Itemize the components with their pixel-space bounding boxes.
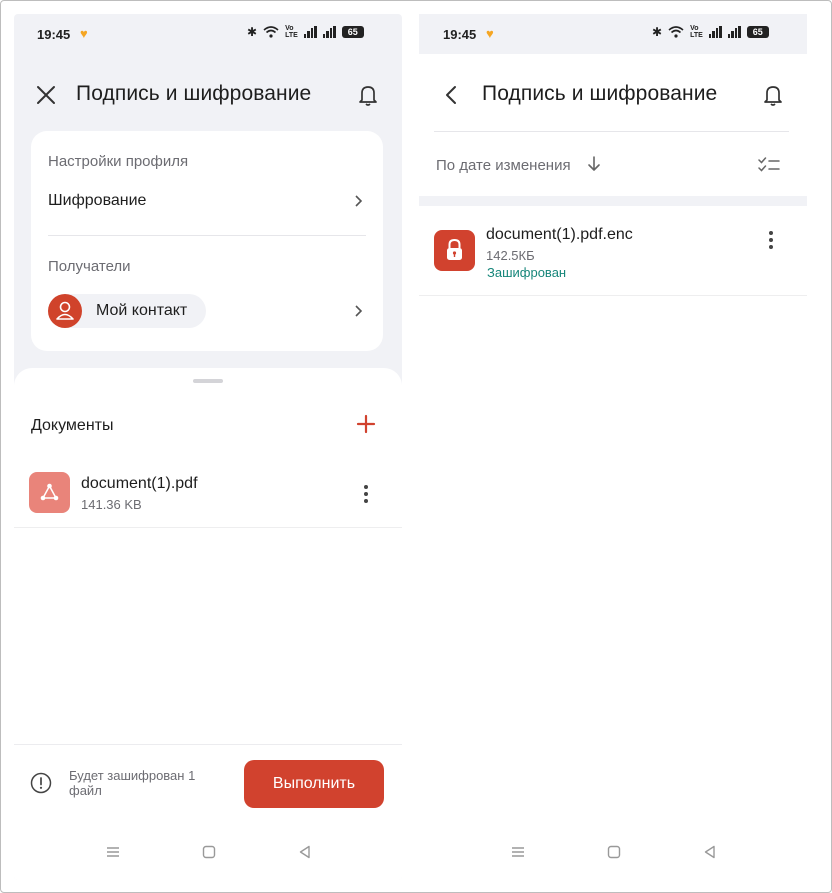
contact-name: Мой контакт [96, 302, 188, 319]
file-size: 142.5КБ [486, 248, 535, 263]
volte-icon: Vo LTE [690, 25, 703, 39]
documents-title: Документы [31, 417, 114, 434]
documents-sheet: Документы document(1).pdf 141.36 KB Буде… [14, 368, 402, 880]
chevron-right-icon [355, 195, 363, 207]
more-vertical-icon[interactable] [358, 485, 374, 507]
info-icon [30, 772, 52, 794]
left-screen: 19:45 ♥ ✱ Vo LTE 65 Подпись и шифрование … [14, 14, 402, 880]
right-screen: 19:45 ♥ ✱ Vo LTE 65 Подпись и шифрование … [419, 14, 807, 880]
status-icons: ✱ Vo LTE 65 [652, 25, 769, 39]
document-name: document(1).pdf [81, 475, 198, 492]
system-navbar [14, 830, 402, 880]
avatar [48, 294, 82, 328]
plus-icon[interactable] [355, 413, 377, 435]
heart-icon: ♥ [80, 26, 88, 41]
lock-icon [434, 230, 475, 271]
bluetooth-icon: ✱ [652, 25, 663, 39]
sort-bar: По дате изменения [419, 132, 807, 196]
file-name: document(1).pdf.enc [486, 226, 633, 243]
info-text: Будет зашифрован 1 файл [69, 768, 196, 798]
back-triangle-icon[interactable] [297, 844, 313, 860]
checklist-icon[interactable] [757, 156, 781, 174]
bell-icon[interactable] [760, 82, 786, 108]
sheet-handle[interactable] [193, 379, 223, 383]
status-bar: 19:45 ♥ ✱ Vo LTE 65 [419, 14, 807, 54]
signal-icon [727, 26, 741, 38]
home-icon[interactable] [606, 844, 622, 860]
list-item[interactable]: document(1).pdf.enc 142.5КБ Зашифрован [419, 206, 807, 296]
volte-icon: Vo LTE [285, 25, 298, 39]
signal-icon [303, 26, 317, 38]
status-bar: 19:45 ♥ ✱ Vo LTE 65 [14, 14, 402, 54]
heart-icon: ♥ [486, 26, 494, 41]
battery-icon: 65 [746, 26, 769, 38]
wifi-icon [668, 26, 684, 38]
menu-icon[interactable] [510, 844, 526, 860]
document-size: 141.36 KB [81, 497, 142, 512]
back-triangle-icon[interactable] [702, 844, 718, 860]
signal-icon [322, 26, 336, 38]
list-item[interactable]: document(1).pdf 141.36 KB [14, 462, 402, 528]
bluetooth-icon: ✱ [247, 25, 258, 39]
wifi-icon [263, 26, 279, 38]
back-arrow-icon[interactable] [439, 82, 465, 108]
bell-icon[interactable] [355, 82, 381, 108]
home-icon[interactable] [201, 844, 217, 860]
more-vertical-icon[interactable] [763, 231, 779, 253]
status-badge: Зашифрован [487, 265, 567, 280]
system-navbar [419, 830, 807, 880]
encryption-label: Шифрование [48, 192, 147, 209]
profile-card: Настройки профиля Шифрование Получатели … [31, 131, 383, 351]
contact-chip[interactable]: Мой контакт [48, 294, 206, 328]
pdf-icon [29, 472, 70, 513]
run-button[interactable]: Выполнить [244, 760, 384, 808]
arrow-down-icon[interactable] [586, 155, 602, 173]
status-icons: ✱ Vo LTE 65 [247, 25, 364, 39]
person-icon [56, 301, 74, 320]
page-title: Подпись и шифрование [482, 82, 718, 105]
sort-label[interactable]: По дате изменения [436, 157, 571, 174]
status-time: 19:45 [443, 27, 477, 42]
file-list: document(1).pdf.enc 142.5КБ Зашифрован [419, 206, 807, 880]
battery-icon: 65 [341, 26, 364, 38]
page-title: Подпись и шифрование [76, 82, 312, 105]
divider [48, 235, 366, 236]
profile-settings-label: Настройки профиля [48, 153, 189, 170]
app-header: Подпись и шифрование [14, 72, 402, 116]
recipients-label: Получатели [48, 258, 131, 275]
menu-icon[interactable] [105, 844, 121, 860]
status-time: 19:45 [37, 27, 71, 42]
signal-icon [708, 26, 722, 38]
chevron-right-icon[interactable] [351, 304, 365, 318]
close-icon[interactable] [33, 82, 59, 108]
encryption-row[interactable]: Шифрование [31, 181, 383, 221]
